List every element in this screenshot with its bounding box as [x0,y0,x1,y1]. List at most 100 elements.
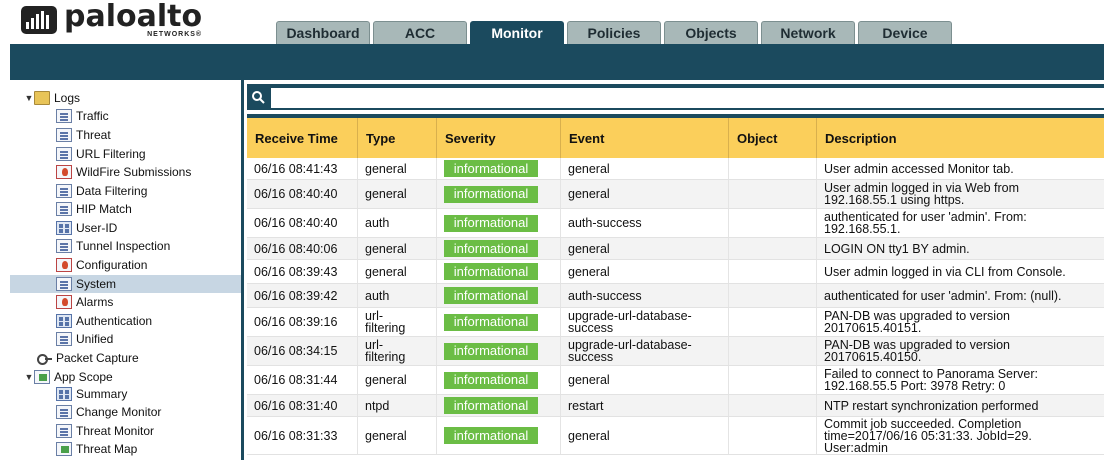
folder-icon [34,91,50,105]
table-row[interactable]: 06/16 08:40:40 auth informational auth-succ… [247,209,1104,238]
sidebar-item-url-filtering[interactable]: URL Filtering [56,145,146,163]
brand-sub: NETWORKS® [147,31,203,38]
sidebar-item-configuration[interactable]: Configuration [56,256,147,274]
cell-severity: informational [437,260,561,283]
severity-badge: informational [444,240,538,257]
filter-input[interactable] [271,88,1104,108]
cell-description-line: time=2017/06/16 05:31:33. JobId=29. [824,428,1032,443]
cell-type: auth [358,209,437,237]
cell-severity: informational [437,209,561,237]
tab-device[interactable]: Device [858,21,952,44]
cell-time: 06/16 08:39:43 [247,260,358,283]
sidebar-item-label: URL Filtering [76,147,146,161]
cell-type: auth [358,284,437,307]
tab-objects[interactable]: Objects [664,21,758,44]
table-row[interactable]: 06/16 08:40:06 general informational genera… [247,238,1104,260]
cell-time-line: 06/16 08:31:44 [254,373,338,387]
cell-event-line: general [568,373,610,387]
table-row[interactable]: 06/16 08:41:43 general informational genera… [247,158,1104,180]
severity-badge: informational [444,397,538,414]
cell-time: 06/16 08:40:40 [247,209,358,237]
tab-acc[interactable]: ACC [373,21,467,44]
column-header-type[interactable]: Type [358,118,437,158]
collapse-toggle-icon[interactable]: ▼ [24,93,34,103]
sidebar-item-label: Tunnel Inspection [76,239,171,253]
table-row[interactable]: 06/16 08:34:15 url-filtering informational… [247,337,1104,366]
cell-description-line: User admin logged in via CLI from Consol… [824,264,1066,279]
cell-type: general [358,366,437,394]
sidebar-item-label: System [76,277,117,291]
config-icon [56,258,72,272]
sidebar-item-threat-monitor[interactable]: Threat Monitor [56,422,154,440]
cell-time: 06/16 08:31:44 [247,366,358,394]
table-row[interactable]: 06/16 08:31:33 general informational genera… [247,417,1104,455]
column-header-receive-time[interactable]: Receive Time [247,118,358,158]
cell-object [729,366,817,394]
sidebar-item-system[interactable]: System [10,275,241,293]
sidebar-item-user-id[interactable]: User-ID [56,219,117,237]
table-row[interactable]: 06/16 08:39:16 url-filtering informational… [247,308,1104,337]
sidebar-item-unified[interactable]: Unified [56,330,113,348]
sidebar-item-alarms[interactable]: Alarms [56,293,113,311]
cell-type-line: auth [365,216,390,230]
cell-severity: informational [437,180,561,208]
grid-icon [56,221,72,235]
column-header-severity[interactable]: Severity [437,118,561,158]
sidebar-item-label: Unified [76,332,114,346]
sidebar-item-traffic[interactable]: Traffic [56,107,109,125]
cell-description-line: LOGIN ON tty1 BY admin. [824,241,970,256]
sidebar-item-change-monitor[interactable]: Change Monitor [56,403,161,421]
sidebar-item-authentication[interactable]: Authentication [56,312,152,330]
sidebar-item-hip-match[interactable]: HIP Match [56,200,132,218]
sidebar-item-label: Packet Capture [56,351,139,365]
cell-description-line: NTP restart synchronization performed [824,398,1039,413]
sidebar-item-data-filtering[interactable]: Data Filtering [56,182,147,200]
search-icon[interactable] [251,90,265,104]
cell-type: url-filtering [358,308,437,336]
column-header-event[interactable]: Event [561,118,729,158]
main-tabs: Dashboard ACC Monitor Policies Objects N… [276,21,955,44]
log-icon [56,184,72,198]
cell-description-line: Commit job succeeded. Completion [824,417,1022,431]
tab-policies[interactable]: Policies [567,21,661,44]
table-row[interactable]: 06/16 08:31:40 ntpd informational restart NT… [247,395,1104,417]
sidebar-item-wildfire-submissions[interactable]: WildFire Submissions [56,163,191,181]
cell-object [729,158,817,179]
cell-time: 06/16 08:31:33 [247,417,358,454]
cell-time-line: 06/16 08:40:40 [254,187,338,201]
cell-severity: informational [437,337,561,365]
cell-event: general [561,417,729,454]
sidebar-item-summary[interactable]: Summary [56,385,127,403]
cell-type: general [358,158,437,179]
cell-type: url-filtering [358,337,437,365]
column-header-description[interactable]: Description [817,118,1104,158]
table-row[interactable]: 06/16 08:31:44 general informational genera… [247,366,1104,395]
tab-dashboard[interactable]: Dashboard [276,21,370,44]
cell-description: PAN-DB was upgraded to version 20170615.4… [817,308,1104,336]
sidebar-item-threat[interactable]: Threat [56,126,111,144]
cell-time: 06/16 08:39:16 [247,308,358,336]
column-header-object[interactable]: Object [729,118,817,158]
table-row[interactable]: 06/16 08:40:40 general informational genera… [247,180,1104,209]
table-row[interactable]: 06/16 08:39:42 auth informational auth-succ… [247,284,1104,308]
sidebar-item-label: Threat [76,128,111,142]
cell-type-line: ntpd [365,398,390,413]
cell-event: general [561,260,729,283]
tab-monitor[interactable]: Monitor [470,21,564,44]
sidebar-item-label: Logs [54,91,81,105]
sidebar-item-app-scope[interactable]: ▼ App Scope [24,368,113,386]
cell-type-line: general [365,241,407,256]
paloalto-logo-icon [21,6,57,34]
collapse-toggle-icon[interactable]: ▼ [24,372,34,382]
cell-type: ntpd [358,395,437,416]
cell-type: general [358,417,437,454]
sidebar-item-tunnel-inspection[interactable]: Tunnel Inspection [56,237,170,255]
cell-type: general [358,260,437,283]
sidebar-item-threat-map[interactable]: Threat Map [56,440,137,458]
cell-event: auth-success [561,209,729,237]
tab-network[interactable]: Network [761,21,855,44]
sidebar-item-logs[interactable]: ▼ Logs [24,89,80,107]
table-row[interactable]: 06/16 08:39:43 general informational genera… [247,260,1104,284]
cell-description-line: 192.168.55.5 Port: 3978 Retry: 0 [824,379,1006,393]
sidebar-item-packet-capture[interactable]: Packet Capture [36,349,139,367]
